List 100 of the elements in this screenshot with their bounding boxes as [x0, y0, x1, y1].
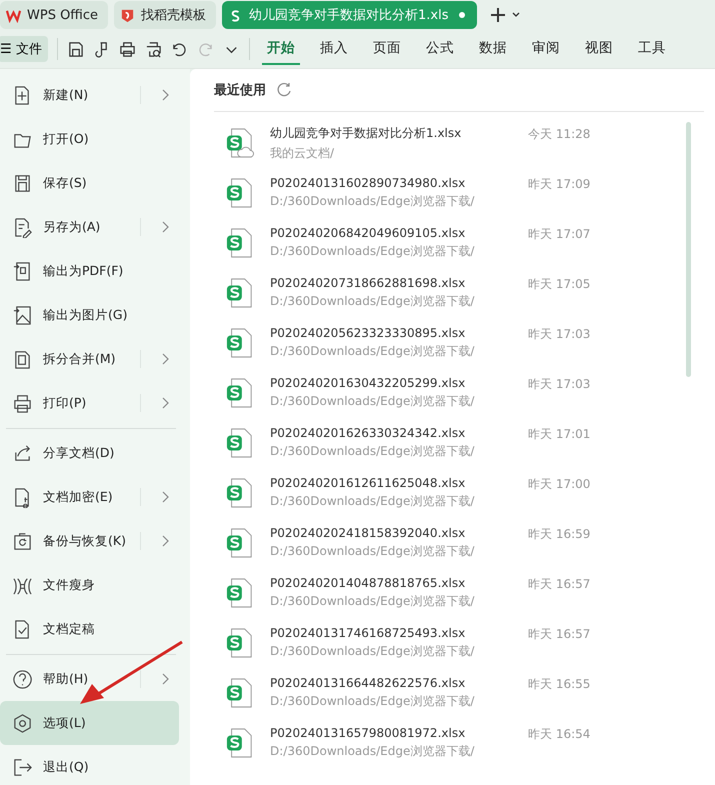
menu-item-icon [12, 348, 33, 370]
logo-icon [6, 8, 21, 22]
file-time: 今天 11:28 [528, 126, 590, 143]
ribbon-tab[interactable]: 工具 [632, 33, 671, 65]
menu-item-icon [12, 304, 33, 326]
file-name: P020240201630432205299.xlsx [270, 376, 466, 390]
save-icon[interactable] [66, 40, 84, 58]
file-time: 昨天 16:57 [528, 626, 590, 643]
recent-file-row[interactable]: P020240131746168725493.xlsx D:/360Downloads/Edge浏览器下载/ 昨天 16:57 [214, 618, 715, 668]
menu-item[interactable]: 分享文档(D) [0, 431, 179, 475]
file-path: D:/360Downloads/Edge浏览器下载/ [270, 693, 476, 710]
menu-item[interactable]: 输出为图片(G) [0, 293, 179, 337]
recent-file-row[interactable]: P020240131602890734980.xlsx D:/360Downloads/Edge浏览器下载/ 昨天 17:09 [214, 168, 715, 218]
file-path: D:/360Downloads/Edge浏览器下载/ [270, 593, 476, 610]
menu-item[interactable]: 保存(S) [0, 161, 179, 205]
menu-item[interactable]: 退出(Q) [0, 745, 179, 785]
recent-file-row[interactable]: P020240201626330324342.xlsx D:/360Downloads/Edge浏览器下载/ 昨天 17:01 [214, 418, 715, 468]
menu-item[interactable]: 文档加密(E) [0, 475, 179, 519]
file-path: D:/360Downloads/Edge浏览器下载/ [270, 493, 476, 510]
menu-item[interactable]: 选项(L) [0, 701, 179, 745]
menu-item-icon [12, 172, 33, 194]
file-time: 昨天 17:03 [528, 376, 590, 393]
file-path: D:/360Downloads/Edge浏览器下载/ [270, 643, 476, 660]
file-path: D:/360Downloads/Edge浏览器下载/ [270, 543, 476, 560]
menu-item[interactable]: 文档定稿 [0, 607, 179, 651]
file-time: 昨天 17:09 [528, 176, 590, 193]
ribbon-tab[interactable]: 开始 [262, 33, 300, 65]
logo-icon [120, 8, 136, 22]
ribbon-tab[interactable]: 数据 [474, 33, 512, 65]
menu-item[interactable]: 打印(P) [0, 381, 179, 425]
export-icon[interactable] [92, 40, 110, 58]
ribbon-tab[interactable]: 视图 [580, 33, 618, 65]
ribbon-tab[interactable]: 审阅 [526, 33, 565, 65]
ribbon-tab[interactable]: 页面 [368, 33, 406, 65]
menu-item[interactable]: 帮助(H) [0, 657, 179, 701]
file-time: 昨天 16:54 [528, 726, 590, 743]
file-path: D:/360Downloads/Edge浏览器下载/ [270, 343, 476, 360]
recent-file-row[interactable]: P020240131664482622576.xlsx D:/360Downloads/Edge浏览器下载/ 昨天 16:55 [214, 668, 715, 718]
file-menu-button[interactable]: ☰ 文件 [0, 36, 48, 62]
file-name: P020240131746168725493.xlsx [270, 626, 466, 640]
print-icon[interactable] [118, 40, 136, 58]
new-tab-icon[interactable] [490, 7, 521, 23]
file-time: 昨天 16:55 [528, 676, 590, 693]
recent-file-row[interactable]: P020240205623323330895.xlsx D:/360Downloads/Edge浏览器下载/ 昨天 17:03 [214, 318, 715, 368]
file-path: D:/360Downloads/Edge浏览器下载/ [270, 743, 476, 760]
menu-item[interactable]: 输出为PDF(F) [0, 249, 179, 293]
menu-item[interactable]: 拆分合并(M) [0, 337, 179, 381]
recent-file-row[interactable]: P020240131657980081972.xlsx D:/360Downloads/Edge浏览器下载/ 昨天 16:54 [214, 718, 715, 768]
file-name: 幼儿园竞争对手数据对比分析1.xlsx [270, 124, 462, 142]
recent-file-row[interactable]: P020240201612611625048.xlsx D:/360Downloads/Edge浏览器下载/ 昨天 17:00 [214, 468, 715, 518]
file-path: D:/360Downloads/Edge浏览器下载/ [270, 243, 476, 260]
file-time: 昨天 17:00 [528, 476, 590, 493]
file-time: 昨天 17:05 [528, 276, 590, 293]
recent-file-row[interactable]: 幼儿园竞争对手数据对比分析1.xlsx 我的云文档/ 今天 11:28 [214, 118, 715, 168]
file-name: P020240131657980081972.xlsx [270, 726, 466, 740]
menu-item-icon [12, 668, 33, 690]
file-name: P020240202418158392040.xlsx [270, 526, 466, 540]
file-time: 昨天 17:07 [528, 226, 590, 243]
document-tab[interactable]: 找稻壳模板 [114, 1, 216, 29]
ribbon-tab[interactable]: 公式 [420, 33, 459, 65]
file-name: P020240205623323330895.xlsx [270, 326, 466, 340]
menu-item[interactable]: 新建(N) [0, 73, 179, 117]
recent-file-row[interactable]: P020240207318662881698.xlsx D:/360Downloads/Edge浏览器下载/ 昨天 17:05 [214, 268, 715, 318]
file-time: 昨天 17:01 [528, 426, 590, 443]
file-time: 昨天 16:59 [528, 526, 590, 543]
file-name: P020240201404878818765.xlsx [270, 576, 466, 590]
recent-file-row[interactable]: P020240206842049609105.xlsx D:/360Downloads/Edge浏览器下载/ 昨天 17:07 [214, 218, 715, 268]
file-name: P020240201626330324342.xlsx [270, 426, 466, 440]
file-time: 昨天 16:57 [528, 576, 590, 593]
menu-item[interactable]: 打开(O) [0, 117, 179, 161]
file-path: D:/360Downloads/Edge浏览器下载/ [270, 393, 476, 410]
menu-item[interactable]: 文件瘦身 [0, 563, 179, 607]
menu-item-icon [12, 216, 33, 238]
menu-item-icon [12, 530, 33, 552]
file-path: D:/360Downloads/Edge浏览器下载/ [270, 443, 476, 460]
file-name: P020240131602890734980.xlsx [270, 176, 466, 190]
menu-item-icon [12, 392, 33, 414]
recent-file-row[interactable]: P020240201630432205299.xlsx D:/360Downloads/Edge浏览器下载/ 昨天 17:03 [214, 368, 715, 418]
file-path: D:/360Downloads/Edge浏览器下载/ [270, 293, 476, 310]
file-name: P020240201612611625048.xlsx [270, 476, 466, 490]
document-tab[interactable]: WPS Office [0, 1, 108, 29]
menu-item[interactable]: 另存为(A) [0, 205, 179, 249]
file-name: P020240206842049609105.xlsx [270, 226, 466, 240]
menu-item-icon [12, 756, 33, 778]
ribbon-tab[interactable]: 插入 [314, 33, 353, 65]
file-name: P020240131664482622576.xlsx [270, 676, 466, 690]
menu-item-icon [12, 712, 33, 734]
file-time: 昨天 17:03 [528, 326, 590, 343]
menu-item[interactable]: 备份与恢复(K) [0, 519, 179, 563]
recent-file-row[interactable]: P020240201404878818765.xlsx D:/360Downloads/Edge浏览器下载/ 昨天 16:57 [214, 568, 715, 618]
file-path: 我的云文档/ [270, 144, 336, 162]
file-name: P020240207318662881698.xlsx [270, 276, 466, 290]
print-preview-icon[interactable] [144, 40, 162, 58]
scrollbar[interactable] [686, 122, 691, 377]
menu-item-icon [12, 260, 33, 282]
undo-icon[interactable] [170, 40, 188, 58]
recent-file-row[interactable]: P020240202418158392040.xlsx D:/360Downloads/Edge浏览器下载/ 昨天 16:59 [214, 518, 715, 568]
file-path: D:/360Downloads/Edge浏览器下载/ [270, 193, 476, 210]
menu-item-icon [12, 442, 33, 464]
refresh-icon[interactable] [276, 82, 292, 98]
